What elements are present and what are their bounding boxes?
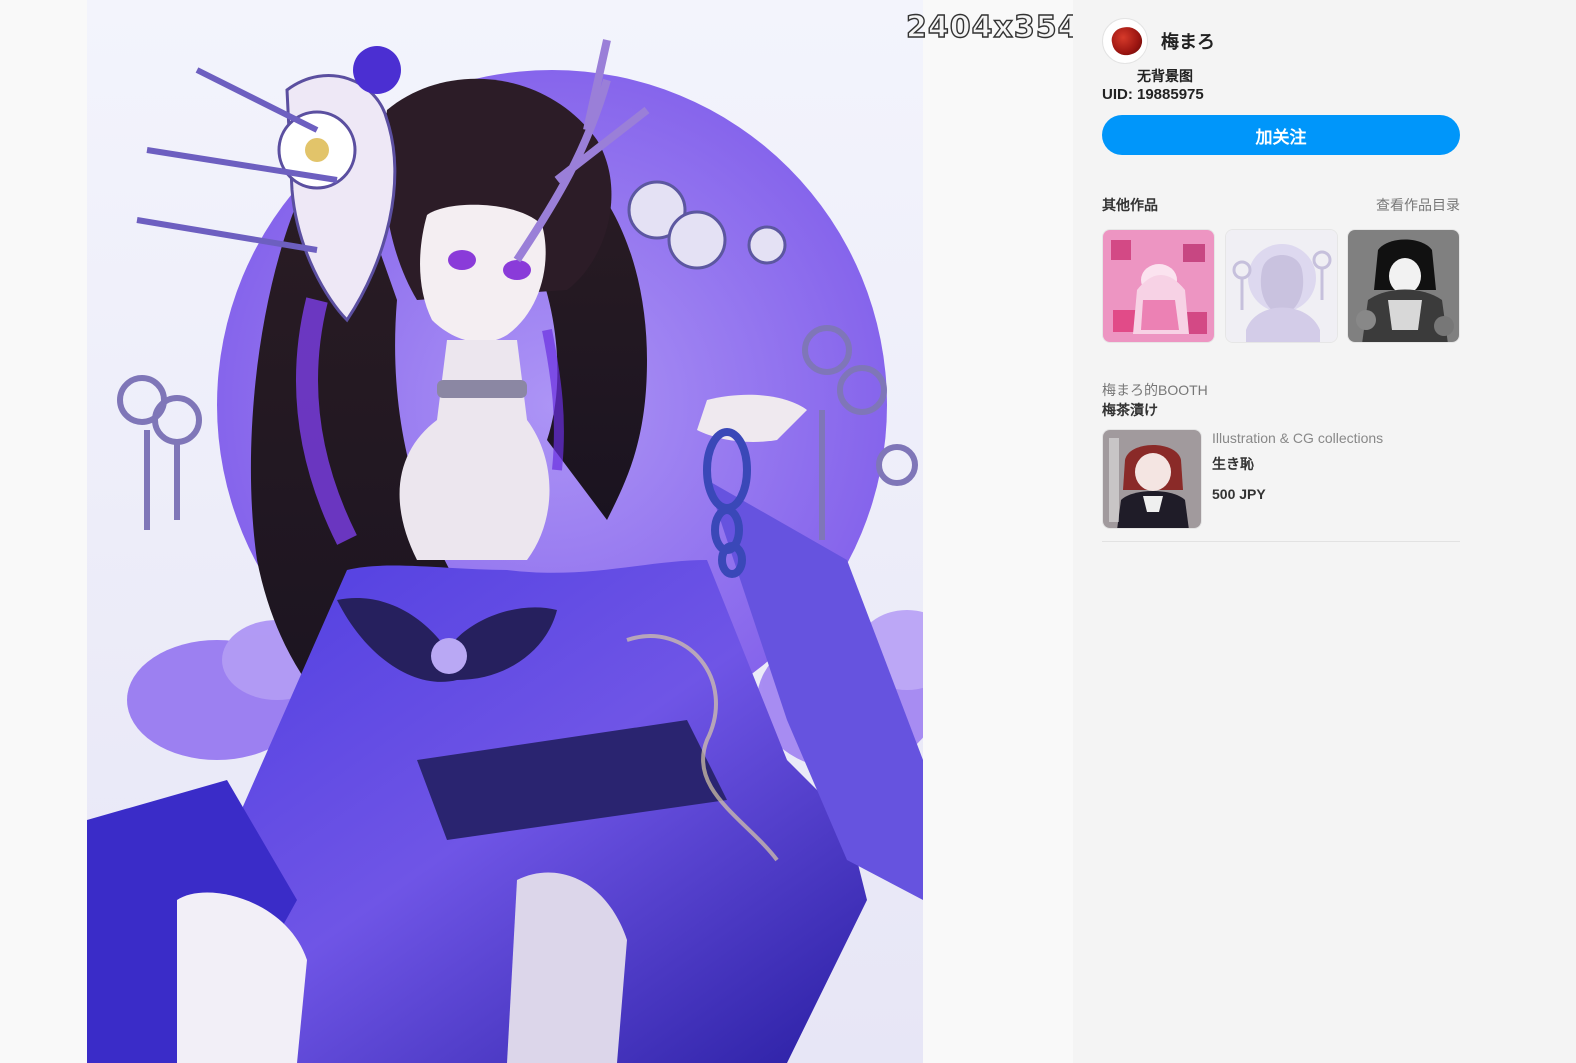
section-divider: [1102, 541, 1460, 542]
thumb-3-image: [1348, 230, 1459, 342]
author-name[interactable]: 梅まろ: [1161, 28, 1215, 54]
booth-item-info: Illustration & CG collections 生き恥 500 JP…: [1212, 429, 1383, 529]
avatar-image: [1109, 24, 1145, 58]
other-work-thumb-3[interactable]: [1347, 229, 1460, 343]
booth-item-card[interactable]: Illustration & CG collections 生き恥 500 JP…: [1102, 429, 1460, 529]
no-background-label: 无背景图: [1137, 68, 1193, 84]
thumb-1-image: [1103, 230, 1214, 342]
other-works-title: 其他作品: [1102, 197, 1158, 213]
artwork-viewer: 2404x3541: [0, 0, 1101, 1063]
booth-item-title[interactable]: 生き恥: [1212, 454, 1383, 474]
artwork-image[interactable]: [87, 0, 923, 1063]
other-works-thumbnails: [1102, 229, 1460, 343]
other-work-thumb-2[interactable]: [1224, 229, 1338, 343]
follow-button[interactable]: 加关注: [1102, 115, 1460, 155]
author-uid: UID: 19885975: [1102, 86, 1204, 103]
artwork-illustration: [87, 0, 923, 1063]
booth-item-image: [1103, 430, 1201, 528]
sidebar: 梅まろ 无背景图 UID: 19885975 加关注 其他作品 查看作品目录 梅…: [1073, 0, 1576, 1063]
booth-shop-name[interactable]: 梅茶漬け: [1102, 400, 1158, 420]
other-work-thumb-1[interactable]: [1102, 229, 1215, 343]
booth-item-price: 500 JPY: [1212, 486, 1266, 502]
thumb-2-image: [1225, 230, 1337, 342]
other-works-header: 其他作品 查看作品目录: [1102, 195, 1460, 215]
booth-item-category: Illustration & CG collections: [1212, 430, 1384, 446]
booth-label[interactable]: 梅まろ的BOOTH: [1102, 380, 1208, 400]
booth-item-thumb[interactable]: [1102, 429, 1202, 529]
author-header[interactable]: 梅まろ: [1102, 18, 1462, 64]
view-works-catalog-link[interactable]: 查看作品目录: [1376, 195, 1460, 215]
author-avatar[interactable]: [1102, 18, 1148, 64]
